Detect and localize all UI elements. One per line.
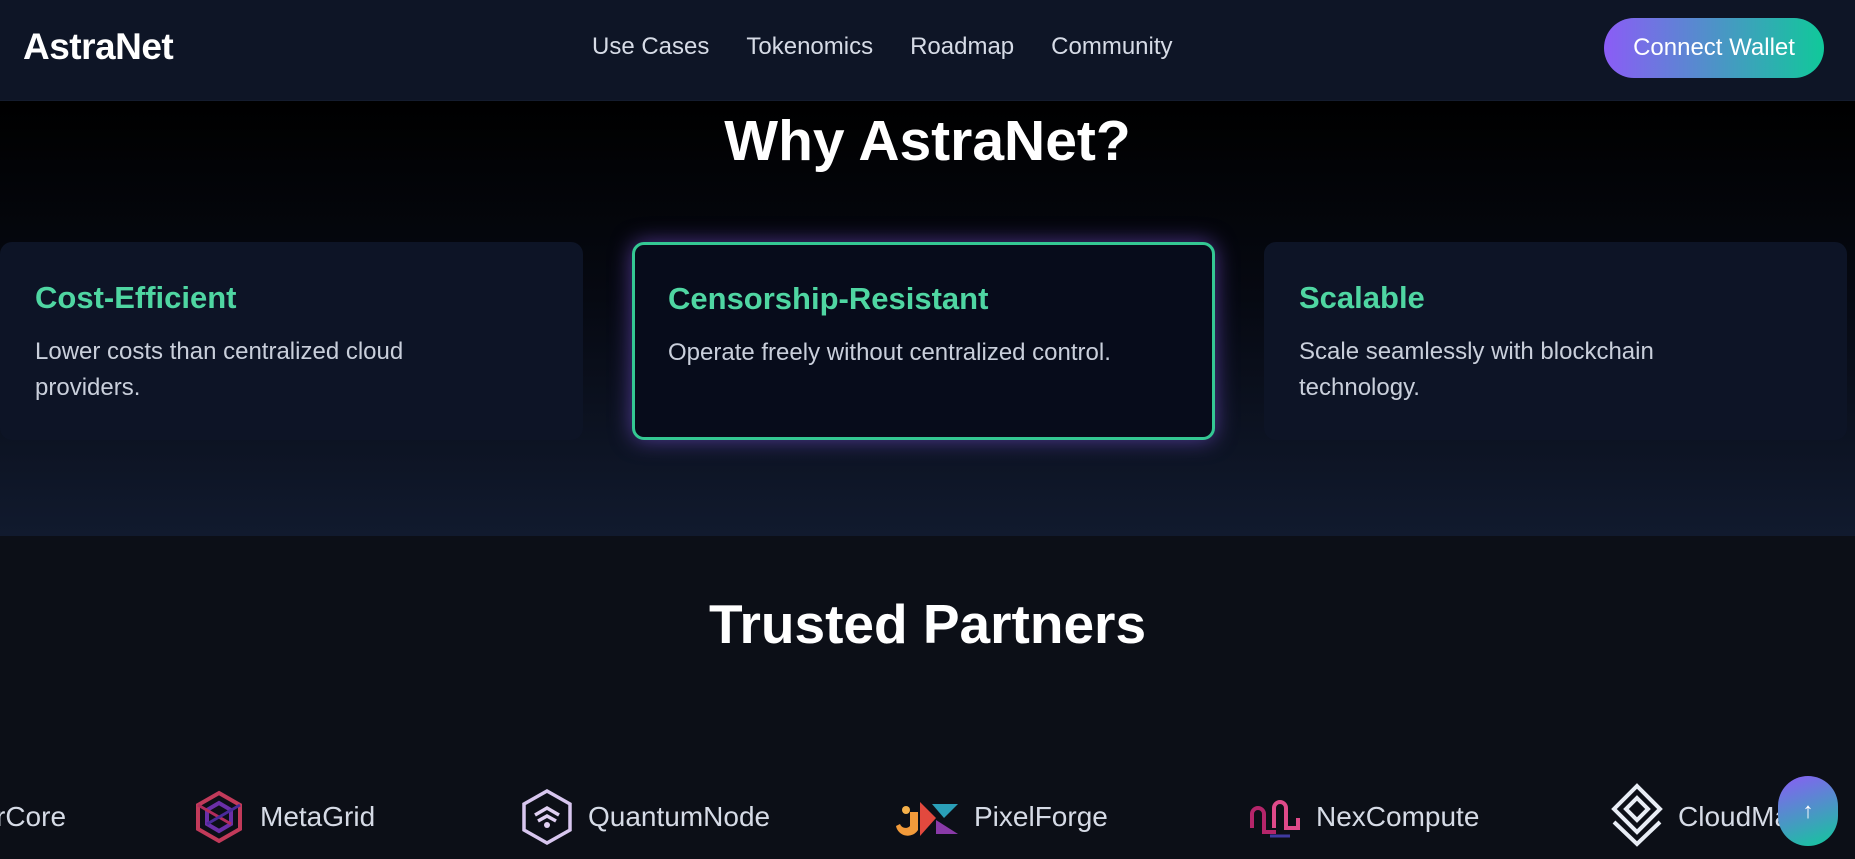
feature-card-censorship-resistant[interactable]: Censorship-Resistant Operate freely with…	[632, 242, 1215, 440]
partner-name: NexCompute	[1316, 801, 1480, 832]
pixelforge-logo-icon	[896, 802, 958, 836]
cloudmatrix-logo-icon	[1611, 783, 1663, 847]
partner-metagrid[interactable]: MetaGrid	[190, 787, 375, 847]
partner-quantumnode[interactable]: QuantumNode	[518, 787, 770, 847]
partner-pixelforge[interactable]: PixelForge	[892, 787, 1108, 847]
nav-link-tokenomics[interactable]: Tokenomics	[746, 33, 873, 61]
scroll-to-top-button[interactable]: ↑	[1778, 776, 1838, 846]
feature-card-title: Scalable	[1299, 280, 1425, 315]
partners-section: Trusted Partners rCore MetaGrid QuantumN…	[0, 536, 1855, 859]
feature-card-desc: Operate freely without centralized contr…	[668, 339, 1111, 366]
feature-card-desc: Lower costs than centralized cloud provi…	[35, 338, 404, 401]
feature-card-desc: Scale seamlessly with blockchain technol…	[1299, 338, 1654, 401]
quantumnode-logo-icon	[522, 788, 572, 846]
why-section: Why AstraNet? Cost-Efficient Lower costs…	[0, 101, 1855, 536]
partner-name: QuantumNode	[588, 801, 771, 832]
metagrid-logo-icon	[196, 790, 242, 844]
brand-logo[interactable]: AstraNet	[23, 26, 174, 68]
connect-wallet-button[interactable]: Connect Wallet	[1604, 18, 1824, 78]
arrow-up-icon: ↑	[1802, 798, 1814, 823]
partners-title: Trusted Partners	[708, 593, 1147, 655]
navbar: AstraNet Use Cases Tokenomics Roadmap Co…	[0, 0, 1855, 101]
feature-card-cost-efficient[interactable]: Cost-Efficient Lower costs than centrali…	[0, 242, 583, 440]
nav-link-community[interactable]: Community	[1051, 33, 1172, 61]
partner-nexcompute[interactable]: NexCompute	[1246, 787, 1479, 847]
why-title: Why AstraNet?	[724, 109, 1131, 173]
partner-name: rCore	[0, 801, 67, 832]
page: AstraNet Use Cases Tokenomics Roadmap Co…	[0, 0, 1855, 859]
nav-links: Use Cases Tokenomics Roadmap Community	[592, 33, 1173, 61]
nav-link-roadmap[interactable]: Roadmap	[910, 33, 1014, 61]
partner-name: MetaGrid	[260, 801, 376, 832]
partner-name: PixelForge	[974, 801, 1108, 832]
nexcompute-logo-icon	[1250, 800, 1300, 838]
feature-card-title: Cost-Efficient	[35, 280, 237, 315]
nav-link-use-cases[interactable]: Use Cases	[592, 33, 709, 61]
feature-card-scalable[interactable]: Scalable Scale seamlessly with blockchai…	[1264, 242, 1847, 440]
partner-rcore[interactable]: rCore	[0, 787, 66, 847]
feature-card-title: Censorship-Resistant	[668, 281, 989, 316]
